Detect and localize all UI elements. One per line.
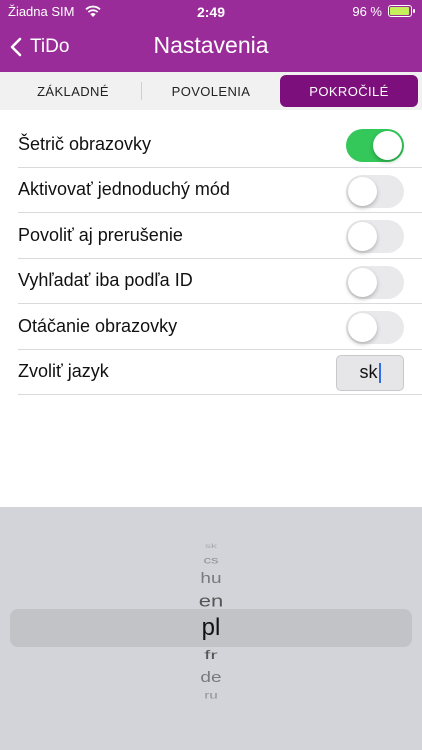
- setting-label: Aktivovať jednoduchý mód: [18, 179, 230, 200]
- settings-list: Šetrič obrazovky Aktivovať jednoduchý mó…: [18, 122, 422, 395]
- tab-pokrocile[interactable]: POKROČILÉ: [280, 75, 418, 107]
- setting-row-screensaver: Šetrič obrazovky: [18, 122, 422, 168]
- picker-option-de[interactable]: de: [0, 670, 422, 685]
- picker-option-pl[interactable]: pl: [0, 616, 422, 640]
- battery-charging-icon: [388, 5, 415, 17]
- language-value: sk: [359, 362, 378, 382]
- status-bar: Žiadna SIM 2:49 96 %: [0, 0, 422, 24]
- language-picker[interactable]: sk cs hu en pl fr de ru: [0, 507, 422, 750]
- picker-option-sk[interactable]: sk: [0, 543, 422, 549]
- toggle-knob: [348, 267, 377, 297]
- picker-option-fr[interactable]: fr: [0, 649, 422, 661]
- setting-label: Zvoliť jazyk: [18, 361, 109, 382]
- tab-zakladne[interactable]: ZÁKLADNÉ: [4, 75, 142, 107]
- search-by-id-toggle[interactable]: [346, 265, 404, 299]
- toggle-knob: [348, 313, 377, 342]
- picker-option-ru[interactable]: ru: [0, 691, 422, 701]
- toggle-knob: [373, 131, 402, 160]
- segmented-control-bar: ZÁKLADNÉ POVOLENIA POKROČILÉ: [0, 72, 422, 110]
- header: Žiadna SIM 2:49 96 % TiDo Nastavenia: [0, 0, 422, 72]
- simple-mode-toggle[interactable]: [346, 174, 404, 208]
- navigation-bar: TiDo Nastavenia: [0, 26, 422, 68]
- segmented-control: ZÁKLADNÉ POVOLENIA POKROČILÉ: [4, 75, 418, 107]
- setting-label: Otáčanie obrazovky: [18, 315, 178, 336]
- toggle-knob: [348, 222, 377, 251]
- toggle-knob: [348, 176, 377, 206]
- screensaver-toggle[interactable]: [346, 129, 404, 162]
- picker-option-hu[interactable]: hu: [0, 571, 422, 586]
- page-title: Nastavenia: [153, 32, 269, 58]
- screen-rotation-toggle[interactable]: [346, 311, 404, 344]
- picker-option-cs[interactable]: cs: [0, 555, 422, 565]
- allow-interruption-toggle[interactable]: [346, 220, 404, 253]
- language-field[interactable]: sk: [336, 354, 404, 391]
- picker-option-en[interactable]: en: [0, 592, 422, 610]
- battery-percent: 96 %: [352, 4, 382, 19]
- setting-label: Povoliť aj prerušenie: [18, 224, 183, 245]
- setting-label: Šetrič obrazovky: [18, 133, 152, 154]
- setting-row-search-by-id: Vyhľadať iba podľa ID: [18, 259, 422, 304]
- tab-povolenia[interactable]: POVOLENIA: [142, 75, 280, 107]
- setting-row-language: Zvoliť jazyk sk: [18, 350, 422, 395]
- setting-row-screen-rotation: Otáčanie obrazovky: [18, 304, 422, 350]
- setting-row-allow-interruption: Povoliť aj prerušenie: [18, 213, 422, 259]
- setting-row-simple-mode: Aktivovať jednoduchý mód: [18, 168, 422, 213]
- text-caret: [378, 362, 381, 383]
- setting-label: Vyhľadať iba podľa ID: [18, 270, 193, 291]
